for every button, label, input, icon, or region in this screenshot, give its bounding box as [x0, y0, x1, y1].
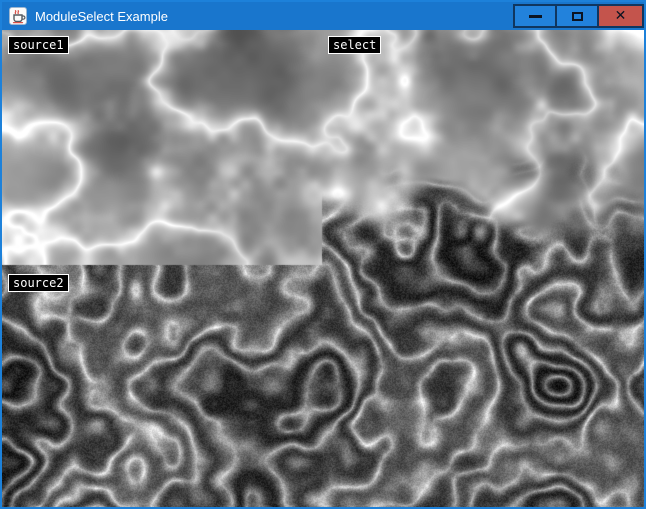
window-controls: ✕ [515, 2, 644, 30]
minimize-button[interactable] [513, 4, 557, 28]
label-source2: source2 [8, 274, 69, 292]
client-area [2, 30, 644, 507]
app-window: ModuleSelect Example ✕ source1 select so… [0, 0, 646, 509]
label-select: select [328, 36, 381, 54]
close-icon: ✕ [615, 9, 627, 23]
maximize-button[interactable] [555, 4, 599, 28]
label-source1: source1 [8, 36, 69, 54]
noise-render-canvas [2, 30, 644, 507]
java-app-icon [9, 7, 27, 25]
minimize-icon [529, 15, 542, 18]
titlebar[interactable]: ModuleSelect Example ✕ [2, 2, 644, 30]
maximize-icon [572, 12, 583, 21]
window-title: ModuleSelect Example [35, 9, 168, 24]
close-button[interactable]: ✕ [597, 4, 644, 28]
